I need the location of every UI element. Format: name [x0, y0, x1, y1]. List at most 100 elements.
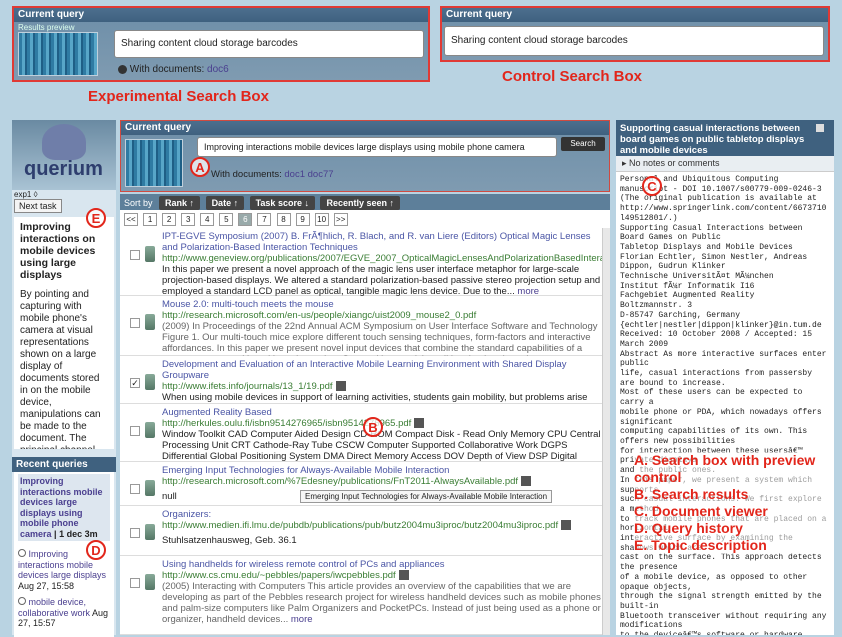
notes-toggle[interactable]: ▸ No notes or comments [616, 156, 834, 172]
document-viewer: Supporting casual interactions between b… [616, 120, 834, 635]
doc-link[interactable]: doc6 [207, 64, 229, 75]
result-checkbox[interactable] [130, 528, 140, 538]
control-header: Current query [442, 8, 828, 22]
results-panel: Sort by Rank ↑ Date ↑ Task score ↓ Recen… [120, 194, 610, 635]
sort-date-button[interactable]: Date ↑ [205, 196, 245, 210]
control-caption: Control Search Box [502, 68, 643, 85]
thumbs-icon[interactable] [145, 480, 155, 496]
pdf-icon[interactable] [561, 520, 572, 531]
result-snippet: Stuhlsatzenhausweg, Geb. 36.1 [162, 535, 297, 546]
remove-icon[interactable] [118, 64, 127, 74]
thumbs-icon[interactable] [145, 574, 155, 590]
doc-link[interactable]: doc77 [308, 169, 334, 180]
result-checkbox[interactable] [130, 578, 140, 588]
thumbs-icon[interactable] [145, 524, 155, 540]
result-url[interactable]: http://www.ifets.info/journals/13_1/19.p… [162, 381, 602, 392]
page-current[interactable]: 6 [238, 213, 253, 226]
result-url[interactable]: http://research.microsoft.com/%7Edesney/… [162, 476, 602, 487]
result-checkbox[interactable] [130, 250, 140, 260]
page-link[interactable]: 7 [257, 213, 272, 226]
result-title[interactable]: Using handhelds for wireless remote cont… [162, 559, 602, 570]
page-link[interactable]: 8 [276, 213, 291, 226]
viewer-line: computing capabilities of its own. This [620, 427, 808, 437]
recent-query-time: | 1 dec 3m [54, 528, 98, 539]
viewer-line: mobile phone or PDA, which nowadays offe… [620, 407, 822, 417]
viewer-line: of a mobile device, as opposed to other [620, 572, 808, 582]
main-query-input[interactable]: Improving interactions mobile devices la… [197, 137, 557, 157]
pagination: << 1 2 3 4 5 6 7 8 9 10 >> [120, 210, 610, 228]
doc-link[interactable]: doc1 [284, 169, 305, 180]
page-link[interactable]: 4 [200, 213, 215, 226]
viewer-line: significant [620, 417, 673, 427]
pdf-icon[interactable] [335, 381, 346, 392]
search-button-label: Search [570, 139, 596, 148]
viewer-line: life, casual interactions from passersby [620, 369, 813, 379]
sort-task-score-button[interactable]: Task score ↓ [249, 196, 315, 210]
result-title[interactable]: Mouse 2.0: multi-touch meets the mouse [162, 299, 602, 310]
pdf-icon[interactable] [398, 570, 409, 581]
page-link[interactable]: 2 [162, 213, 177, 226]
main-results-preview[interactable] [125, 139, 183, 187]
result-url[interactable]: http://research.microsoft.com/en-us/peop… [162, 310, 602, 321]
recent-query-time: Aug 27, 15:58 [18, 580, 75, 591]
result-url[interactable]: http://www.geneview.org/publications/200… [162, 253, 602, 264]
viewer-line: through the signal strength emitted by t… [620, 592, 822, 602]
recent-item[interactable]: Improving interactions mobile devices la… [18, 474, 110, 541]
experimental-with-docs: With documents: doc6 [118, 64, 229, 75]
viewer-line: public [620, 359, 649, 369]
experimental-preview[interactable] [18, 32, 98, 76]
viewer-line: built-in [620, 601, 659, 611]
result-title[interactable]: Emerging Input Technologies for Always-A… [162, 465, 602, 476]
viewer-line: opaque objects, [620, 582, 693, 592]
result-title[interactable]: IPT-EGVE Symposium (2007) B. FrÃ¶hlich, … [162, 231, 602, 253]
viewer-line: D-85747 Garching, Germany [620, 310, 741, 320]
pdf-icon[interactable] [521, 476, 532, 487]
marker-b: B [363, 417, 383, 437]
result-item: Mouse 2.0: multi-touch meets the mouse h… [120, 296, 610, 365]
logo-area: querium [12, 120, 116, 190]
control-query-input[interactable]: Sharing content cloud storage barcodes [444, 26, 824, 56]
main-with-docs: With documents: doc1 doc77 [211, 169, 334, 180]
experimental-query-input[interactable]: Sharing content cloud storage barcodes [114, 30, 424, 58]
tooltip: Emerging Input Technologies for Always-A… [300, 490, 553, 503]
viewer-line: March 2009 [620, 339, 669, 349]
page-last[interactable]: >> [333, 213, 348, 226]
thumbs-icon[interactable] [145, 422, 155, 438]
sort-rank-button[interactable]: Rank ↑ [159, 196, 201, 210]
viewer-line: Abstract As more interactive surfaces en… [620, 349, 827, 359]
pdf-icon[interactable] [816, 124, 824, 132]
recent-item[interactable]: mobile device, collaborative work Aug 27… [18, 597, 110, 629]
thumbs-icon[interactable] [145, 374, 155, 390]
result-title[interactable]: Organizers: [162, 509, 602, 520]
result-snippet: In this paper we present a novel approac… [162, 264, 601, 297]
result-checkbox[interactable] [130, 318, 140, 328]
result-checkbox[interactable] [130, 426, 140, 436]
page-link[interactable]: 10 [314, 213, 329, 226]
page-link[interactable]: 5 [219, 213, 234, 226]
viewer-line: Tabletop Displays and Mobile Devices [620, 242, 793, 252]
sort-recently-seen-button[interactable]: Recently seen ↑ [320, 196, 401, 210]
viewer-title: Supporting casual interactions between b… [620, 123, 805, 156]
page-first[interactable]: << [124, 213, 138, 226]
recent-queries-header: Recent queries [12, 457, 116, 472]
result-url[interactable]: http://www.medien.ifi.lmu.de/pubdb/publi… [162, 520, 602, 531]
next-task-button[interactable]: Next task [14, 199, 62, 213]
thumbs-icon[interactable] [145, 246, 155, 262]
more-link[interactable]: more [291, 614, 313, 625]
viewer-line: Boltzmannstr. 3 [620, 301, 693, 311]
result-title[interactable]: Augmented Reality Based [162, 407, 602, 418]
page-link[interactable]: 3 [181, 213, 196, 226]
result-title[interactable]: Development and Evaluation of an Interac… [162, 359, 602, 381]
result-checkbox[interactable] [130, 484, 140, 494]
page-link[interactable]: 9 [295, 213, 310, 226]
recent-query-text[interactable]: mobile device, collaborative work [18, 597, 90, 618]
search-button[interactable]: Search [561, 137, 605, 151]
result-checkbox[interactable]: ✓ [130, 378, 140, 388]
viewer-line: {echtler|nestler|dippon|klinker}@in.tum.… [620, 320, 822, 330]
sort-bar: Sort by Rank ↑ Date ↑ Task score ↓ Recen… [120, 194, 610, 210]
thumbs-icon[interactable] [145, 314, 155, 330]
results-scrollbar[interactable] [602, 228, 610, 635]
pdf-icon[interactable] [414, 418, 425, 429]
result-url[interactable]: http://www.cs.cmu.edu/~pebbles/papers/iw… [162, 570, 602, 581]
page-link[interactable]: 1 [143, 213, 158, 226]
